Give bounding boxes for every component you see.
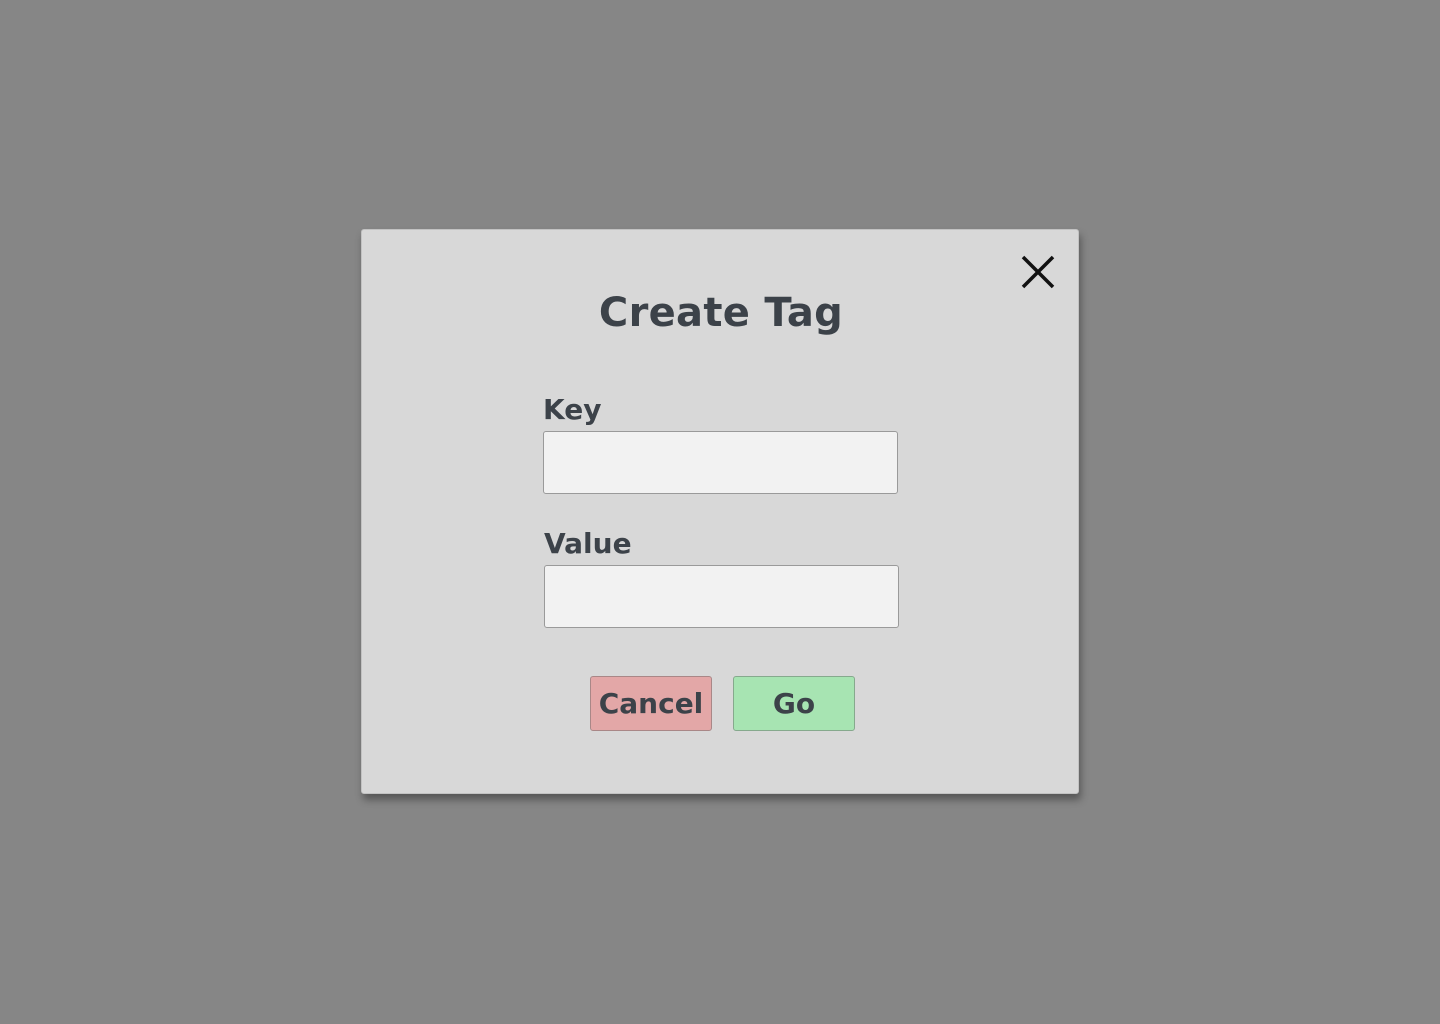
value-input[interactable] — [544, 565, 899, 628]
create-tag-dialog: Create Tag Key Value Cancel Go — [361, 229, 1079, 794]
value-label: Value — [544, 527, 632, 560]
key-input[interactable] — [543, 431, 898, 494]
close-icon — [1021, 255, 1055, 289]
go-button[interactable]: Go — [733, 676, 855, 731]
cancel-button[interactable]: Cancel — [590, 676, 712, 731]
dialog-title: Create Tag — [598, 290, 844, 336]
close-button[interactable] — [1018, 252, 1058, 292]
key-label: Key — [543, 393, 602, 426]
